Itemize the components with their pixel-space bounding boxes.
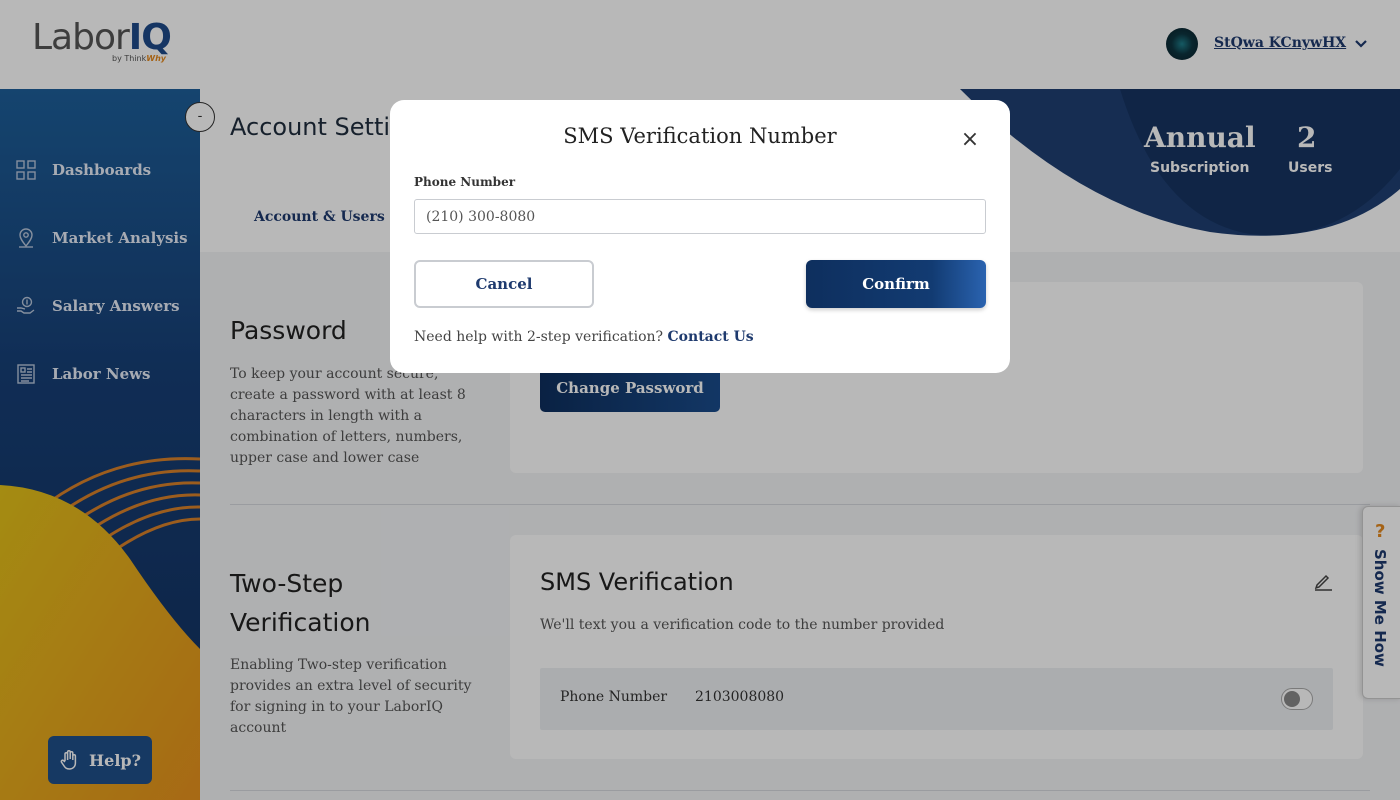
modal-title: SMS Verification Number: [563, 124, 837, 148]
modal-phone-label: Phone Number: [414, 175, 516, 189]
phone-number-input[interactable]: [414, 199, 986, 234]
contact-us-link[interactable]: Contact Us: [668, 329, 754, 345]
confirm-button[interactable]: Confirm: [806, 260, 986, 308]
close-icon[interactable]: ×: [960, 129, 980, 151]
sms-verification-modal: SMS Verification Number × Phone Number C…: [390, 100, 1010, 373]
modal-help-text: Need help with 2-step verification? Cont…: [414, 329, 754, 345]
help-text: Need help with 2-step verification?: [414, 329, 664, 345]
cancel-button[interactable]: Cancel: [414, 260, 594, 308]
